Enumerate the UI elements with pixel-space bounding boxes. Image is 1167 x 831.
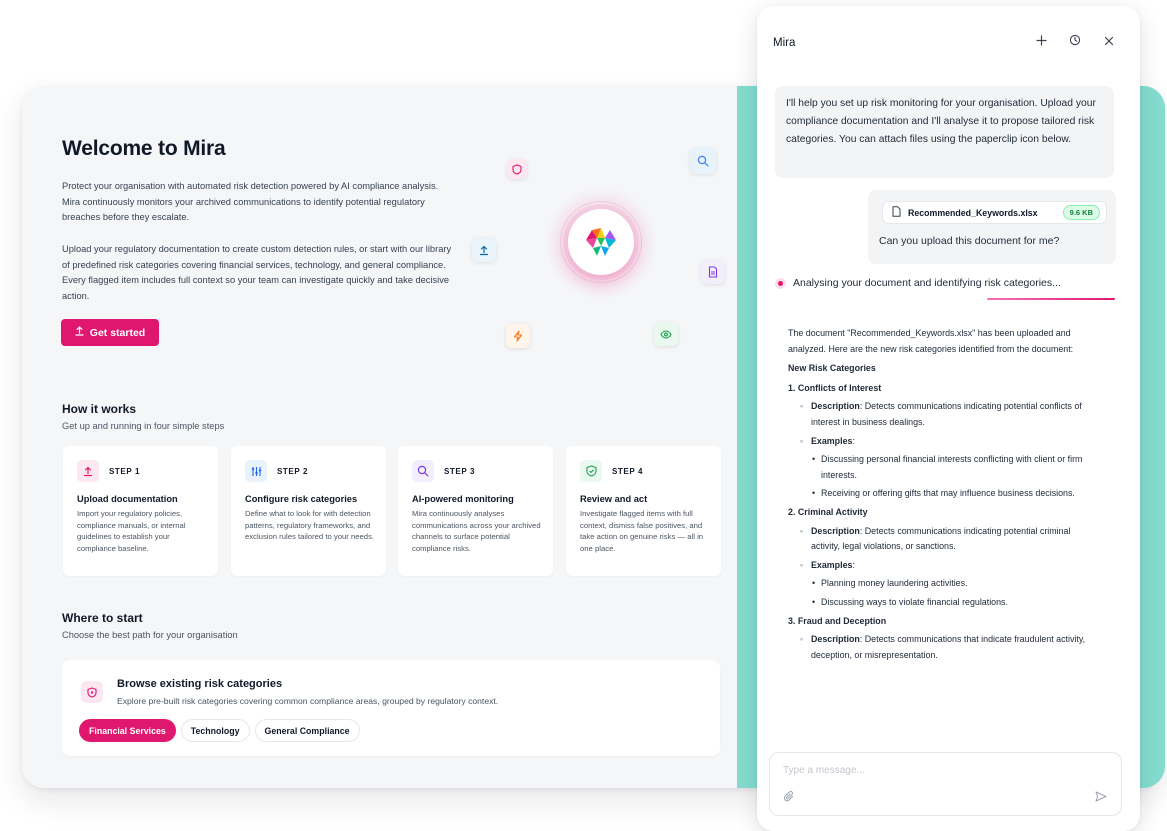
examples-label: Examples	[811, 435, 853, 446]
description-label: Description	[811, 401, 860, 412]
category-name: Conflicts of Interest	[797, 382, 882, 393]
upload-icon	[77, 460, 99, 482]
plus-icon[interactable]	[1034, 33, 1048, 49]
get-started-button[interactable]: Get started	[61, 319, 159, 346]
category-number: 3.	[788, 615, 796, 626]
assistant-answer: The document "Recommended_Keywords.xlsx"…	[788, 326, 1093, 666]
description-label: Description	[811, 525, 860, 536]
user-message-text: Can you upload this document for me?	[879, 235, 1060, 247]
where-to-start-subtitle: Choose the best path for your organisati…	[62, 630, 238, 640]
upload-icon	[472, 238, 496, 262]
examples-label: Examples	[811, 559, 853, 570]
step-name: Configure risk categories	[245, 494, 358, 504]
step-card-configure: STEP 2 Configure risk categories Define …	[231, 446, 386, 576]
category-description: Description: Detects communications indi…	[788, 399, 1093, 430]
message-input[interactable]	[783, 765, 1103, 776]
mira-logo	[568, 209, 634, 275]
how-it-works-subtitle: Get up and running in four simple steps	[62, 421, 225, 431]
search-icon	[412, 460, 434, 482]
message-composer	[769, 752, 1122, 816]
browse-card-title: Browse existing risk categories	[117, 678, 283, 690]
search-icon	[690, 148, 716, 174]
get-started-label: Get started	[89, 326, 146, 339]
shield-icon	[507, 159, 527, 179]
paperclip-icon[interactable]	[783, 790, 795, 806]
example-item: Discussing personal financial interests …	[788, 452, 1093, 483]
category-item: 3. Fraud and Deception	[788, 614, 1093, 630]
file-size-badge: 9.6 KB	[1062, 205, 1100, 220]
history-icon[interactable]	[1068, 33, 1082, 49]
category-number: 2.	[788, 506, 796, 517]
chip-financial-services[interactable]: Financial Services	[79, 719, 176, 742]
step-description: Define what to look for with detection p…	[245, 509, 375, 542]
screen: Welcome to Mira Protect your organisatio…	[0, 0, 1167, 831]
step-name: Upload documentation	[77, 494, 178, 504]
examples-heading: Examples:	[788, 434, 1093, 450]
how-it-works-title: How it works	[62, 402, 137, 416]
progress-line	[987, 298, 1115, 300]
send-icon[interactable]	[1095, 791, 1107, 805]
upload-icon	[75, 326, 84, 339]
description-label: Description	[811, 634, 860, 645]
category-name: Fraud and Deception	[797, 615, 887, 626]
category-name: Criminal Activity	[797, 506, 868, 517]
step-description: Investigate flagged items with full cont…	[580, 509, 704, 553]
status-indicator	[778, 280, 783, 286]
chip-general-compliance[interactable]: General Compliance	[254, 719, 360, 742]
answer-heading: New Risk Categories	[788, 363, 876, 374]
where-to-start-title: Where to start	[62, 611, 143, 625]
chat-panel: Mira I'll help you set up risk monitorin…	[757, 6, 1140, 831]
step-card-monitoring: STEP 3 AI-powered monitoring Mira contin…	[398, 446, 553, 576]
chat-title: Mira	[773, 37, 796, 49]
page-title: Welcome to Mira	[62, 137, 226, 160]
chat-header-actions	[1034, 33, 1116, 49]
file-icon	[892, 204, 901, 222]
step-label: STEP 1	[109, 466, 141, 476]
browse-card-description: Explore pre-built risk categories coveri…	[117, 696, 499, 706]
assistant-message: I'll help you set up risk monitoring for…	[775, 86, 1114, 178]
step-label: STEP 3	[444, 466, 476, 476]
lightning-icon	[506, 324, 530, 348]
analysis-status: Analysing your document and identifying …	[778, 277, 1061, 289]
category-chips: Financial Services Technology General Co…	[79, 719, 360, 742]
shield-icon	[81, 681, 103, 703]
step-description: Import your regulatory policies, complia…	[77, 509, 186, 553]
sliders-icon	[245, 460, 267, 482]
step-name: AI-powered monitoring	[412, 494, 514, 504]
browse-categories-card[interactable]: Browse existing risk categories Explore …	[62, 660, 720, 756]
example-item: Discussing ways to violate financial reg…	[788, 595, 1093, 611]
close-icon[interactable]	[1102, 33, 1116, 49]
category-item: 2. Criminal Activity	[788, 505, 1093, 521]
step-label: STEP 2	[277, 466, 309, 476]
user-message: Recommended_Keywords.xlsx 9.6 KB Can you…	[868, 190, 1116, 264]
examples-heading: Examples:	[788, 558, 1093, 574]
shield-check-icon	[580, 460, 602, 482]
step-name: Review and act	[580, 494, 648, 504]
file-name: Recommended_Keywords.xlsx	[908, 207, 1038, 218]
hero-intro-text: Protect your organisation with automated…	[62, 181, 439, 223]
hero-detail-text: Upload your regulatory documentation to …	[62, 244, 452, 301]
category-item: 1. Conflicts of Interest	[788, 381, 1093, 397]
status-text: Analysing your document and identifying …	[793, 277, 1061, 289]
chip-technology[interactable]: Technology	[180, 719, 250, 742]
category-description: Description: Detects communications indi…	[788, 524, 1093, 555]
answer-intro: The document "Recommended_Keywords.xlsx"…	[788, 328, 1074, 354]
document-icon	[701, 260, 725, 284]
step-description: Mira continuously analyses communication…	[412, 509, 541, 553]
step-label: STEP 4	[612, 466, 644, 476]
example-item: Receiving or offering gifts that may inf…	[788, 486, 1093, 502]
attached-file[interactable]: Recommended_Keywords.xlsx 9.6 KB	[882, 201, 1107, 224]
category-description: Description: Detects communications that…	[788, 632, 1093, 663]
step-card-review: STEP 4 Review and act Investigate flagge…	[566, 446, 721, 576]
eye-icon	[654, 322, 678, 346]
example-item: Planning money laundering activities.	[788, 576, 1093, 592]
step-card-upload: STEP 1 Upload documentation Import your …	[63, 446, 218, 576]
category-number: 1.	[788, 382, 796, 393]
